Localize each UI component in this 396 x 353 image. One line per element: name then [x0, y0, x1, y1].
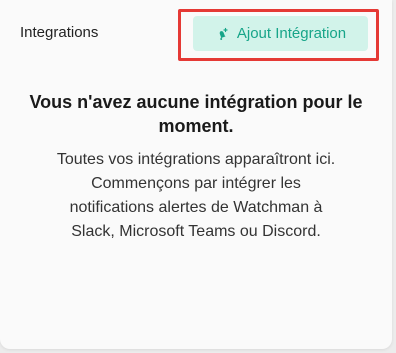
bell-plus-icon — [215, 27, 229, 41]
integrations-panel: Integrations Ajout Intégration Vous n'av… — [0, 0, 392, 349]
section-title: Integrations — [20, 24, 99, 41]
empty-state-title: Vous n'avez aucune intégration pour le m… — [29, 92, 363, 136]
add-integration-label: Ajout Intégration — [236, 25, 347, 42]
empty-state-description: Toutes vos intégrations apparaîtront ici… — [56, 151, 336, 240]
add-integration-button[interactable]: Ajout Intégration — [193, 16, 368, 51]
